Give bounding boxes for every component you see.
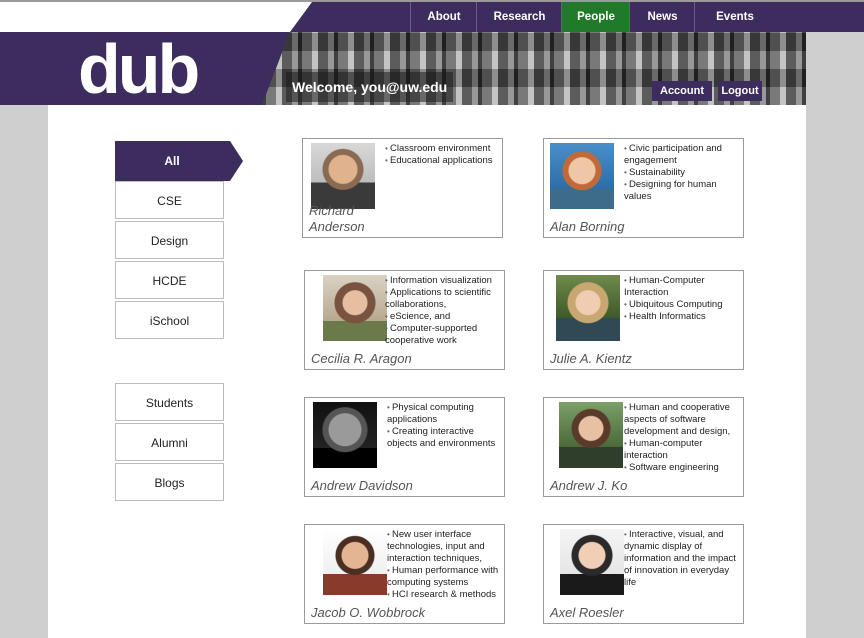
interest-item: Information visualization — [385, 275, 503, 287]
interest-item: Civic participation and engagement — [624, 143, 742, 167]
person-photo — [550, 143, 614, 209]
nav-news[interactable]: News — [629, 2, 695, 32]
person-card[interactable]: Human-Computer Interaction Ubiquitous Co… — [543, 270, 744, 370]
interest-item: Computer-supported cooperative work — [385, 323, 503, 347]
research-interests: Interactive, visual, and dynamic display… — [624, 529, 740, 589]
person-card[interactable]: Human and cooperative aspects of softwar… — [543, 397, 744, 497]
interest-item: Human-computer interaction — [624, 438, 742, 462]
person-name[interactable]: Andrew J. Ko — [550, 478, 627, 494]
interest-item: Creating interactive objects and environ… — [387, 426, 503, 450]
interest-item: Ubiquitous Computing — [624, 299, 742, 311]
person-photo — [313, 402, 377, 468]
nav-research[interactable]: Research — [476, 2, 562, 32]
filter-hcde[interactable]: HCDE — [115, 261, 224, 299]
person-photo — [311, 143, 375, 209]
interest-item: Educational applications — [385, 155, 503, 167]
interest-item: Interactive, visual, and dynamic display… — [624, 529, 740, 589]
interest-item: Human-Computer Interaction — [624, 275, 742, 299]
person-photo — [323, 529, 387, 595]
person-card[interactable]: Classroom environment Educational applic… — [302, 138, 503, 238]
research-interests: Classroom environment Educational applic… — [385, 143, 503, 167]
person-photo — [560, 529, 624, 595]
filter-students[interactable]: Students — [115, 383, 224, 421]
interest-item: New user interface technologies, input a… — [387, 529, 503, 565]
interest-item: Human performance with computing systems — [387, 565, 503, 589]
nav-about[interactable]: About — [410, 2, 477, 32]
interest-item: Health Informatics — [624, 311, 742, 323]
filter-all[interactable]: All — [115, 141, 243, 181]
interest-item: Applications to scientific collaboration… — [385, 287, 503, 311]
filter-blogs[interactable]: Blogs — [115, 463, 224, 501]
person-photo — [323, 275, 387, 341]
person-photo — [559, 402, 623, 468]
right-margin — [806, 32, 864, 638]
person-card[interactable]: New user interface technologies, input a… — [304, 524, 505, 624]
interest-item: Classroom environment — [385, 143, 503, 155]
filter-ischool[interactable]: iSchool — [115, 301, 224, 339]
person-photo — [556, 275, 620, 341]
account-button[interactable]: Account — [652, 81, 712, 101]
person-name[interactable]: Alan Borning — [550, 219, 624, 235]
research-interests: New user interface technologies, input a… — [387, 529, 503, 601]
person-card[interactable]: Interactive, visual, and dynamic display… — [543, 524, 744, 624]
person-name[interactable]: Jacob O. Wobbrock — [311, 605, 425, 621]
interest-item: Physical computing applications — [387, 402, 503, 426]
welcome-message: Welcome, you@uw.edu — [286, 72, 454, 102]
person-name[interactable]: Axel Roesler — [550, 605, 624, 621]
interest-item: Human and cooperative aspects of softwar… — [624, 402, 742, 438]
interest-item: Software engineering — [624, 462, 742, 474]
person-name[interactable]: Richard Anderson — [309, 203, 399, 235]
dub-logo[interactable]: dub — [78, 34, 200, 104]
person-name[interactable]: Andrew Davidson — [311, 478, 413, 494]
person-name[interactable]: Cecilia R. Aragon — [311, 351, 412, 367]
nav-people[interactable]: People — [561, 2, 630, 32]
person-card[interactable]: Physical computing applications Creating… — [304, 397, 505, 497]
filter-alumni[interactable]: Alumni — [115, 423, 224, 461]
person-card[interactable]: Information visualization Applications t… — [304, 270, 505, 370]
research-interests: Human-Computer Interaction Ubiquitous Co… — [624, 275, 742, 323]
person-card[interactable]: Civic participation and engagement Susta… — [543, 138, 744, 238]
filter-cse[interactable]: CSE — [115, 181, 224, 219]
interest-item: Sustainability — [624, 167, 742, 179]
research-interests: Physical computing applications Creating… — [387, 402, 503, 450]
filter-design[interactable]: Design — [115, 221, 224, 259]
nav-events[interactable]: Events — [694, 2, 775, 32]
person-name[interactable]: Julie A. Kientz — [550, 351, 632, 367]
research-interests: Information visualization Applications t… — [385, 275, 503, 347]
research-interests: Civic participation and engagement Susta… — [624, 143, 742, 203]
interest-item: HCI research & methods — [387, 589, 503, 601]
interest-item: eScience, and — [385, 311, 503, 323]
research-interests: Human and cooperative aspects of softwar… — [624, 402, 742, 474]
logout-button[interactable]: Logout — [718, 81, 762, 101]
interest-item: Designing for human values — [624, 179, 742, 203]
